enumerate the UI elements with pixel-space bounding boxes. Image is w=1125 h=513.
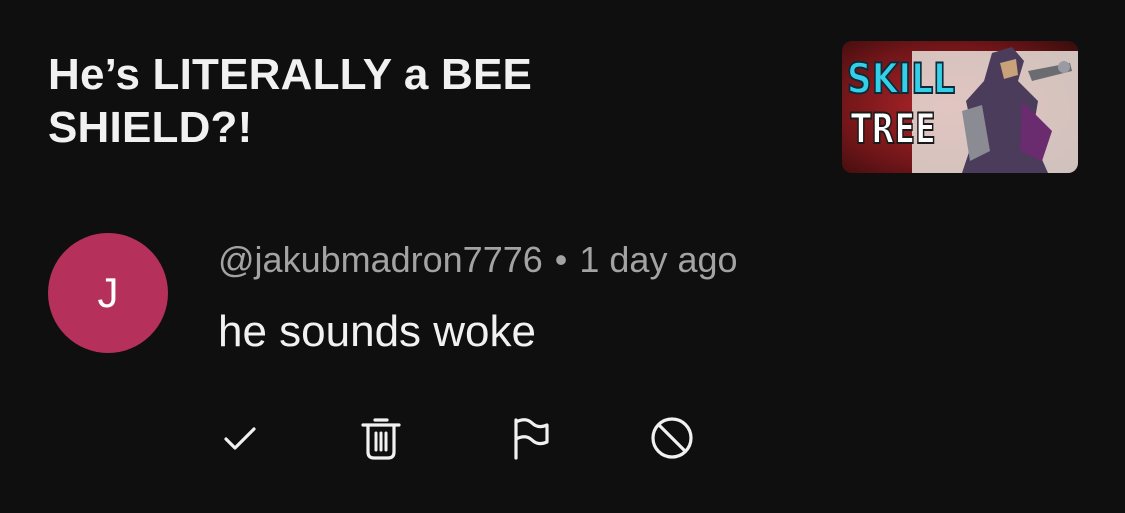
remove-button[interactable] xyxy=(357,414,405,462)
video-thumbnail[interactable]: SKILL TREE xyxy=(842,41,1078,173)
video-title[interactable]: He’s LITERALLY a BEE SHIELD?! xyxy=(48,48,688,154)
hide-user-button[interactable] xyxy=(648,414,696,462)
comment-text: he sounds woke xyxy=(218,307,536,356)
meta-separator: • xyxy=(554,239,568,280)
approve-button[interactable] xyxy=(216,414,264,462)
block-icon xyxy=(651,417,693,459)
comment-author[interactable]: @jakubmadron7776 xyxy=(218,239,543,280)
thumbnail-image: SKILL TREE xyxy=(842,41,1078,173)
comment-timestamp: 1 day ago xyxy=(579,239,738,280)
thumbnail-text-skill: SKILL xyxy=(847,55,955,104)
thumbnail-text-tree: TREE xyxy=(851,104,936,153)
check-icon xyxy=(224,427,256,450)
avatar-initial: J xyxy=(97,269,119,316)
comment-meta: @jakubmadron7776 • 1 day ago xyxy=(218,238,738,282)
report-button[interactable] xyxy=(505,414,553,462)
trash-icon xyxy=(361,418,401,460)
avatar[interactable]: J xyxy=(48,233,168,353)
flag-icon xyxy=(514,418,549,460)
